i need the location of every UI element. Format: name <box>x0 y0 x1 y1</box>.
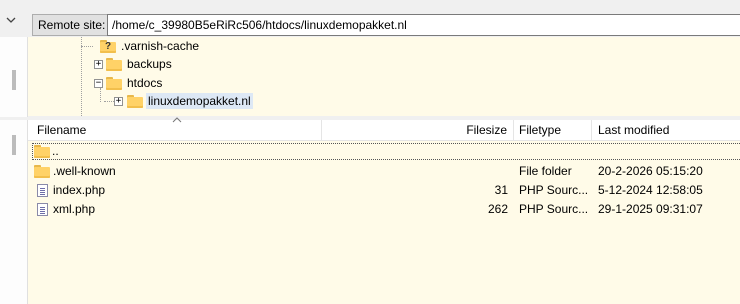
tree-item-label: htdocs <box>127 76 163 90</box>
file-row-parent[interactable]: .. <box>28 142 740 161</box>
filezilla-remote-pane: Remote site: /home/c_39980B5eRiRc506/htd… <box>0 0 740 304</box>
local-tree-scrollbar[interactable] <box>12 70 16 90</box>
file-size <box>322 162 508 181</box>
remote-site-label: Remote site: <box>32 14 112 36</box>
remote-file-list: Filename Filesize Filetype Last modified… <box>28 117 740 304</box>
file-modified: 5-12-2024 12:58:05 <box>598 183 703 197</box>
tree-item-linuxdemopakket[interactable]: linuxdemopakket.nl <box>127 92 253 110</box>
file-row[interactable]: xml.php 262 PHP Sourc... 29-1-2025 09:31… <box>28 200 740 219</box>
file-row[interactable]: .well-known File folder 20-2-2026 05:15:… <box>28 162 740 181</box>
expand-icon[interactable]: + <box>114 97 123 106</box>
tree-item-label: .varnish-cache <box>121 39 200 53</box>
file-size: 262 <box>487 202 508 216</box>
php-file-icon <box>37 203 48 216</box>
chevron-down-icon[interactable] <box>6 16 16 24</box>
file-list-header: Filename Filesize Filetype Last modified <box>28 117 740 141</box>
file-size: 31 <box>494 183 508 197</box>
tree-guide-line <box>100 88 101 102</box>
file-name: .. <box>52 144 59 158</box>
tree-item-varnish-cache[interactable]: ? .varnish-cache <box>100 37 201 55</box>
tree-guide-line <box>81 37 82 116</box>
tree-guide-line <box>81 46 93 47</box>
tree-guide-line <box>104 101 114 102</box>
file-type: PHP Sourc... <box>519 202 589 216</box>
unknown-folder-icon: ? <box>100 39 116 53</box>
tree-item-backups[interactable]: backups <box>106 55 174 73</box>
folder-icon <box>127 94 143 108</box>
file-modified: 20-2-2026 05:15:20 <box>598 164 703 178</box>
file-type: PHP Sourc... <box>519 183 589 197</box>
php-file-icon <box>37 184 48 197</box>
column-header-filesize[interactable]: Filesize <box>322 120 514 141</box>
column-header-filename[interactable]: Filename <box>28 120 322 141</box>
file-row[interactable]: index.php 31 PHP Sourc... 5-12-2024 12:5… <box>28 181 740 200</box>
file-name: index.php <box>53 183 106 197</box>
remote-directory-tree: ? .varnish-cache + backups − htdocs + li… <box>28 37 740 116</box>
local-tree-edge <box>0 37 28 117</box>
local-list-edge <box>0 120 28 304</box>
expand-icon[interactable]: + <box>94 60 103 69</box>
tree-item-label: backups <box>127 57 172 71</box>
folder-icon <box>106 57 122 71</box>
folder-icon <box>34 165 50 178</box>
column-header-last-modified[interactable]: Last modified <box>592 120 740 141</box>
file-name: xml.php <box>53 202 96 216</box>
local-list-scrollbar[interactable] <box>12 135 16 155</box>
file-modified: 29-1-2025 09:31:07 <box>598 202 703 216</box>
file-name: .well-known <box>53 164 116 178</box>
folder-icon <box>34 145 50 158</box>
remote-site-bar: Remote site: /home/c_39980B5eRiRc506/htd… <box>28 0 740 37</box>
collapse-icon[interactable]: − <box>94 79 103 88</box>
tree-item-label: linuxdemopakket.nl <box>146 93 253 109</box>
file-type: File folder <box>519 164 572 178</box>
tree-item-htdocs[interactable]: htdocs <box>106 74 164 92</box>
local-pane-edge <box>0 0 28 304</box>
folder-open-icon <box>106 76 122 90</box>
column-header-filetype[interactable]: Filetype <box>514 120 592 141</box>
remote-path-input[interactable]: /home/c_39980B5eRiRc506/htdocs/linuxdemo… <box>107 14 740 36</box>
